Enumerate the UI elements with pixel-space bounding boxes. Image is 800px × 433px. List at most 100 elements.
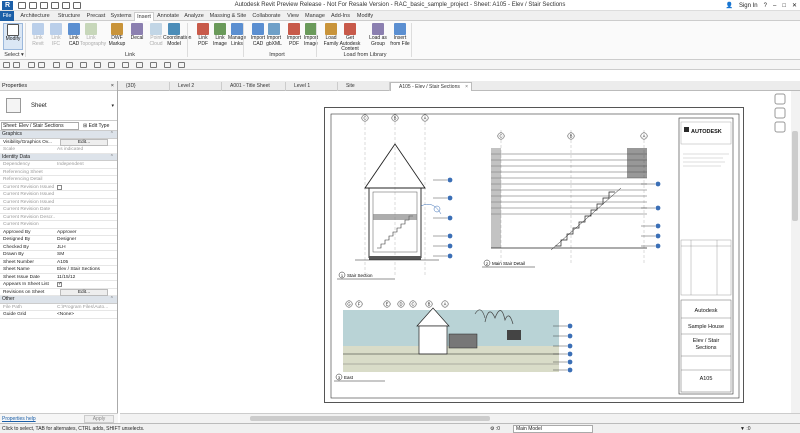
minimize-button[interactable]: – xyxy=(773,3,776,9)
ribbon-tab-massing-site[interactable]: Massing & Site xyxy=(208,12,248,21)
ribbon-tab-precast[interactable]: Precast xyxy=(85,12,107,21)
thin-lines-icon[interactable] xyxy=(150,62,157,68)
properties-help-link[interactable]: Properties help xyxy=(2,416,36,422)
level-head-icon xyxy=(567,367,573,373)
link-topography-button[interactable]: Link Topography xyxy=(80,23,106,51)
ribbon-tab-structure[interactable]: Structure xyxy=(55,12,83,21)
ribbon-tab-view[interactable]: View xyxy=(285,12,301,21)
checkbox[interactable]: ✓ xyxy=(57,281,62,287)
property-group-label: Other xyxy=(2,296,15,302)
view-number: 3 xyxy=(338,375,341,380)
property-value[interactable]: Approver xyxy=(56,229,116,237)
user-icon[interactable]: 👤 xyxy=(725,2,732,9)
property-name: Current Revision Date xyxy=(3,207,51,212)
vertical-scrollbar[interactable] xyxy=(791,91,800,413)
ribbon-tab-file[interactable]: File xyxy=(0,11,14,21)
view-tab-level-2[interactable]: Level 2 xyxy=(170,82,222,91)
manage-links-icon xyxy=(231,23,243,35)
view-tab-a001-title-sheet[interactable]: A001 - Title Sheet xyxy=(222,82,286,91)
print-icon[interactable] xyxy=(66,62,73,68)
property-value[interactable]: A105 xyxy=(56,259,116,267)
edit-type-button[interactable]: ⊞ Edit Type xyxy=(83,122,109,130)
scroll-thumb[interactable] xyxy=(792,131,798,221)
chevron-down-icon[interactable]: ▾ xyxy=(111,103,114,109)
property-group-identity[interactable]: Identity Data ⌃ xyxy=(0,153,117,162)
edit-button[interactable]: Edit... xyxy=(60,288,108,296)
filter-icon[interactable]: ▼ :0 xyxy=(740,426,751,432)
type-selector[interactable]: Sheet ▾ xyxy=(0,91,117,121)
close-button[interactable]: ✕ xyxy=(792,2,797,9)
zoom-icon[interactable] xyxy=(774,107,786,119)
dwf-markup-button[interactable]: DWF Markup xyxy=(106,23,128,51)
property-value[interactable]: <None> xyxy=(56,311,116,319)
ribbon-tab-modify[interactable]: Modify xyxy=(354,12,376,21)
title-block-title-line2: Sections xyxy=(695,345,716,351)
property-row: Approved By Approver xyxy=(0,229,117,237)
ribbon-tab-manage[interactable]: Manage xyxy=(303,12,327,21)
horizontal-scrollbar[interactable] xyxy=(120,413,800,423)
view-tab-level-1[interactable]: Level 1 xyxy=(286,82,338,91)
property-value[interactable]: SM xyxy=(56,251,116,259)
import-image-button[interactable]: Import Image xyxy=(300,23,322,51)
instance-dropdown[interactable]: Sheet: Elev / Stair Sections xyxy=(1,122,79,130)
view-number: 1 xyxy=(341,273,344,278)
ribbon-tab-add-ins[interactable]: Add-Ins xyxy=(329,12,352,21)
ribbon-tab-collaborate[interactable]: Collaborate xyxy=(250,12,283,21)
property-row: Current Revision Issued To xyxy=(0,199,117,206)
apply-button[interactable]: Apply xyxy=(84,415,114,423)
ribbon-tab-analyze[interactable]: Analyze xyxy=(182,12,206,21)
manage-links-button[interactable]: Manage Links xyxy=(226,23,248,51)
collapse-icon[interactable]: ⌃ xyxy=(110,131,114,139)
coordination-model-button[interactable]: Coordination Model xyxy=(163,23,191,51)
ribbon-tab-annotate[interactable]: Annotate xyxy=(155,12,181,21)
load-as-group-button[interactable]: Load as Group xyxy=(367,23,389,51)
property-value[interactable]: Elev / Stair Sections xyxy=(56,266,116,274)
maximize-button[interactable]: □ xyxy=(782,3,786,9)
close-icon[interactable]: × xyxy=(111,81,114,91)
toolbar-icon[interactable] xyxy=(3,62,10,68)
coordination-model-icon xyxy=(168,23,180,35)
drawing-area[interactable]: AUTODESK Autodesk Sample House Elev / St… xyxy=(118,91,800,413)
get-autodesk-content-button[interactable]: Get Autodesk Content xyxy=(339,23,361,52)
property-group-other[interactable]: Other ⌃ xyxy=(0,296,117,304)
switch-windows-icon[interactable] xyxy=(178,62,185,68)
sign-in-link[interactable]: Sign In xyxy=(739,3,758,9)
ribbon-tab-insert[interactable]: Insert xyxy=(134,12,154,21)
collapse-icon[interactable]: ⌃ xyxy=(110,154,114,162)
ribbon-tab-systems[interactable]: Systems xyxy=(109,12,133,21)
toolbar-icon[interactable] xyxy=(53,62,60,68)
section-icon[interactable] xyxy=(136,62,143,68)
steering-wheel-icon[interactable] xyxy=(774,93,786,105)
toolbar-icon[interactable] xyxy=(38,62,45,68)
edit-type-label: Edit Type xyxy=(88,123,110,129)
property-value[interactable]: 11/15/12 xyxy=(56,274,116,282)
toolbar-icon[interactable] xyxy=(13,62,20,68)
ribbon-tab-architecture[interactable]: Architecture xyxy=(18,12,52,21)
model-selector[interactable]: Main Model xyxy=(513,425,593,433)
property-value[interactable]: JLH xyxy=(56,244,116,252)
select-group-label[interactable]: Select ▾ xyxy=(2,52,26,58)
collapse-icon[interactable]: ⌃ xyxy=(110,296,114,304)
view-tab-3d[interactable]: {3D} xyxy=(118,82,170,91)
import-gbxml-button[interactable]: Import gbXML xyxy=(263,23,285,51)
level-head-icon xyxy=(567,343,573,349)
measure-icon[interactable] xyxy=(80,62,87,68)
zoom-dropdown-icon[interactable] xyxy=(774,121,786,133)
scroll-thumb[interactable] xyxy=(250,416,490,421)
view-name: East xyxy=(344,375,354,380)
toolbar-icon[interactable] xyxy=(28,62,35,68)
text-icon[interactable] xyxy=(108,62,115,68)
worksets-icon[interactable]: ⚙ :0 xyxy=(490,426,500,432)
view-tab-a105-elev-stair-sections[interactable]: A105 - Elev / Stair Sections × xyxy=(390,82,472,91)
property-group-graphics[interactable]: Graphics ⌃ xyxy=(0,131,117,139)
3d-view-icon[interactable] xyxy=(122,62,129,68)
close-hidden-icon[interactable] xyxy=(164,62,171,68)
insert-from-file-button[interactable]: Insert from File xyxy=(389,23,411,51)
edit-button[interactable]: Edit... xyxy=(60,138,108,146)
property-value[interactable]: Designer xyxy=(56,236,116,244)
help-icon[interactable]: ? xyxy=(764,3,767,9)
modify-button[interactable]: Modify xyxy=(3,23,23,50)
level-head-icon xyxy=(447,253,453,259)
view-tab-site[interactable]: Site xyxy=(338,82,390,91)
tag-icon[interactable] xyxy=(94,62,101,68)
